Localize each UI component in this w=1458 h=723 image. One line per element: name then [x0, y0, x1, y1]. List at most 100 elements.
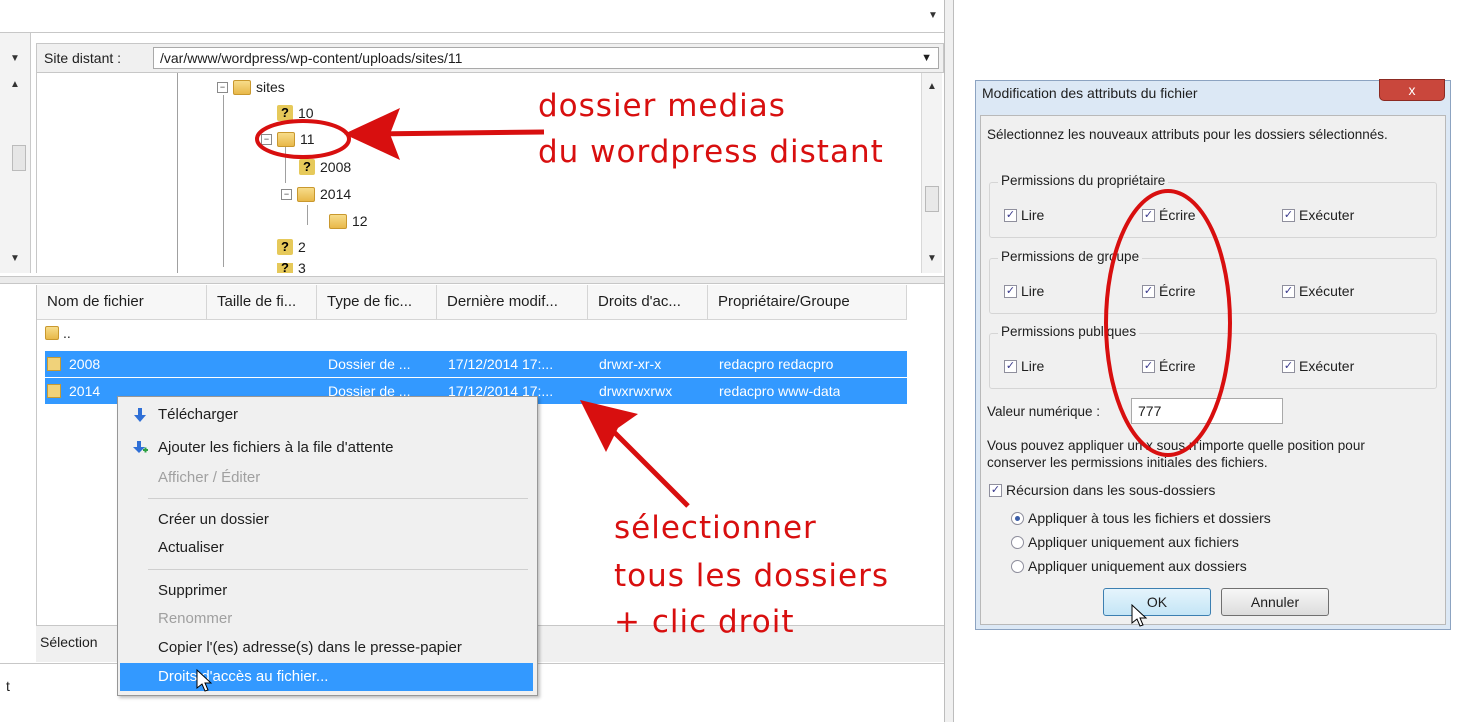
remote-tree-scrollbar[interactable]: ▲ ▼: [921, 73, 942, 273]
unknown-folder-icon: ?: [299, 159, 315, 175]
menu-item-view-edit[interactable]: Afficher / Éditer: [120, 464, 533, 492]
annotation-bottom-line3: + clic droit: [614, 604, 795, 640]
dialog-intro: Sélectionnez les nouveaux attributs pour…: [987, 127, 1388, 142]
collapse-icon[interactable]: −: [217, 81, 228, 93]
tree-node-label: 12: [352, 213, 368, 229]
annotation-arrow-bottom: [580, 400, 690, 508]
radio-label: Appliquer à tous les fichiers et dossier…: [1028, 510, 1271, 526]
checkbox-checked-icon[interactable]: ✓: [1282, 208, 1295, 222]
checkbox-label: Lire: [1021, 283, 1045, 299]
pane-splitter[interactable]: [0, 276, 944, 284]
context-menu: Télécharger Ajouter les fichiers à la fi…: [117, 396, 538, 696]
tree-node-label: 2014: [320, 186, 352, 202]
local-dropdown-icon[interactable]: ▼: [8, 51, 22, 67]
checkbox-checked-icon[interactable]: ✓: [1282, 359, 1295, 373]
menu-item-file-permissions[interactable]: Droits d'accès au fichier...: [120, 663, 533, 691]
annotation-bottom-line2: tous les dossiers: [614, 558, 889, 594]
public-read-checkbox[interactable]: ✓ Lire: [1004, 358, 1044, 374]
local-scroll-thumb[interactable]: [12, 145, 26, 171]
column-filesize[interactable]: Taille de fi...: [207, 285, 317, 319]
radio-apply-dirs[interactable]: Appliquer uniquement aux dossiers: [1011, 558, 1247, 574]
table-row[interactable]: 2008 Dossier de ... 17/12/2014 17:... dr…: [45, 351, 907, 377]
checkbox-checked-icon[interactable]: ✓: [1004, 208, 1017, 222]
remote-site-bar: Site distant : /var/www/wordpress/wp-con…: [36, 43, 944, 73]
radio-selected-icon[interactable]: [1011, 511, 1024, 525]
collapse-icon[interactable]: −: [281, 188, 292, 200]
cancel-button[interactable]: Annuler: [1221, 588, 1329, 616]
folder-icon: [329, 213, 347, 229]
radio-icon[interactable]: [1011, 535, 1024, 549]
menu-item-label: Renommer: [158, 610, 233, 627]
radio-icon[interactable]: [1011, 559, 1024, 573]
remote-path-value: /var/www/wordpress/wp-content/uploads/si…: [160, 50, 463, 66]
scroll-up-icon[interactable]: ▲: [925, 79, 939, 95]
remote-path-combo[interactable]: /var/www/wordpress/wp-content/uploads/si…: [153, 47, 939, 69]
selection-status-label: Sélection: [40, 634, 98, 650]
folder-icon: [47, 357, 61, 371]
column-filename[interactable]: Nom de fichier: [37, 285, 207, 319]
menu-item-add-to-queue[interactable]: Ajouter les fichiers à la file d'attente: [120, 434, 533, 462]
annotation-top-line1: dossier medias: [538, 88, 786, 124]
tree-node-2014[interactable]: − 2014: [281, 186, 351, 202]
tree-guide: [223, 95, 224, 267]
radio-apply-all[interactable]: Appliquer à tous les fichiers et dossier…: [1011, 510, 1271, 526]
local-tree-scrollbar[interactable]: ▼ ▲ ▼: [0, 33, 31, 273]
chevron-down-icon[interactable]: ▼: [921, 48, 932, 68]
ok-button[interactable]: OK: [1103, 588, 1211, 616]
checkbox-checked-icon[interactable]: ✓: [989, 483, 1002, 497]
checkbox-checked-icon[interactable]: ✓: [1282, 284, 1295, 298]
column-owner[interactable]: Propriétaire/Groupe: [708, 285, 907, 319]
menu-item-label: Télécharger: [158, 406, 239, 423]
menu-separator: [148, 498, 528, 499]
tree-node-2[interactable]: ? 2: [277, 239, 306, 255]
checkbox-label: Exécuter: [1299, 207, 1355, 223]
column-permissions[interactable]: Droits d'ac...: [588, 285, 708, 319]
owner-exec-checkbox[interactable]: ✓ Exécuter: [1282, 207, 1354, 223]
checkbox-checked-icon[interactable]: ✓: [1004, 359, 1017, 373]
unknown-folder-icon: ?: [277, 263, 293, 273]
radio-apply-files[interactable]: Appliquer uniquement aux fichiers: [1011, 534, 1239, 550]
close-icon[interactable]: x: [1379, 79, 1445, 101]
filezilla-window: ▼ ▼ ▲ ▼ Site distant : /var/www/wordpres…: [0, 0, 945, 723]
tree-node-3[interactable]: ? 3: [277, 263, 306, 273]
menu-item-refresh[interactable]: Actualiser: [120, 534, 533, 562]
recursion-checkbox[interactable]: ✓ Récursion dans les sous-dossiers: [989, 482, 1215, 498]
unknown-folder-icon: ?: [277, 239, 293, 255]
download-icon: [134, 408, 146, 422]
tree-guide: [307, 205, 308, 225]
menu-item-rename[interactable]: Renommer: [120, 605, 533, 633]
top-divider: [0, 32, 944, 33]
column-modified[interactable]: Dernière modif...: [437, 285, 588, 319]
checkbox-label: Récursion dans les sous-dossiers: [1006, 482, 1216, 498]
checkbox-checked-icon[interactable]: ✓: [1004, 284, 1017, 298]
scroll-thumb[interactable]: [925, 186, 939, 212]
parent-directory-row[interactable]: ..: [45, 325, 71, 341]
local-scroll-down-icon[interactable]: ▼: [8, 251, 22, 267]
scroll-down-icon[interactable]: ▼: [925, 251, 939, 267]
row-owner: redacpro redacpro: [719, 356, 834, 372]
dialog-title: Modification des attributs du fichier: [982, 85, 1198, 101]
menu-item-label: Afficher / Éditer: [158, 469, 261, 486]
owner-read-checkbox[interactable]: ✓ Lire: [1004, 207, 1044, 223]
folder-icon: [297, 186, 315, 202]
group-exec-checkbox[interactable]: ✓ Exécuter: [1282, 283, 1354, 299]
annotation-ellipse-write: [1104, 189, 1232, 457]
numeric-value-label: Valeur numérique :: [987, 404, 1101, 419]
menu-item-copy-urls[interactable]: Copier l'(es) adresse(s) dans le presse-…: [120, 634, 533, 662]
mouse-cursor-icon: [1131, 604, 1148, 627]
menu-item-download[interactable]: Télécharger: [120, 401, 533, 429]
checkbox-label: Lire: [1021, 207, 1045, 223]
menu-item-label: Ajouter les fichiers à la file d'attente: [158, 439, 394, 456]
menu-item-label: Supprimer: [158, 582, 228, 599]
menu-item-delete[interactable]: Supprimer: [120, 577, 533, 605]
message-log-text: t: [6, 678, 10, 694]
tree-node-12[interactable]: 12: [329, 213, 368, 229]
column-filetype[interactable]: Type de fic...: [317, 285, 437, 319]
tree-node-sites[interactable]: − sites: [217, 79, 285, 95]
group-read-checkbox[interactable]: ✓ Lire: [1004, 283, 1044, 299]
top-scroll-down-icon[interactable]: ▼: [926, 8, 940, 24]
annotation-arrow-top: [344, 108, 545, 160]
public-exec-checkbox[interactable]: ✓ Exécuter: [1282, 358, 1354, 374]
menu-item-create-folder[interactable]: Créer un dossier: [120, 506, 533, 534]
local-scroll-up-icon[interactable]: ▲: [8, 77, 22, 93]
